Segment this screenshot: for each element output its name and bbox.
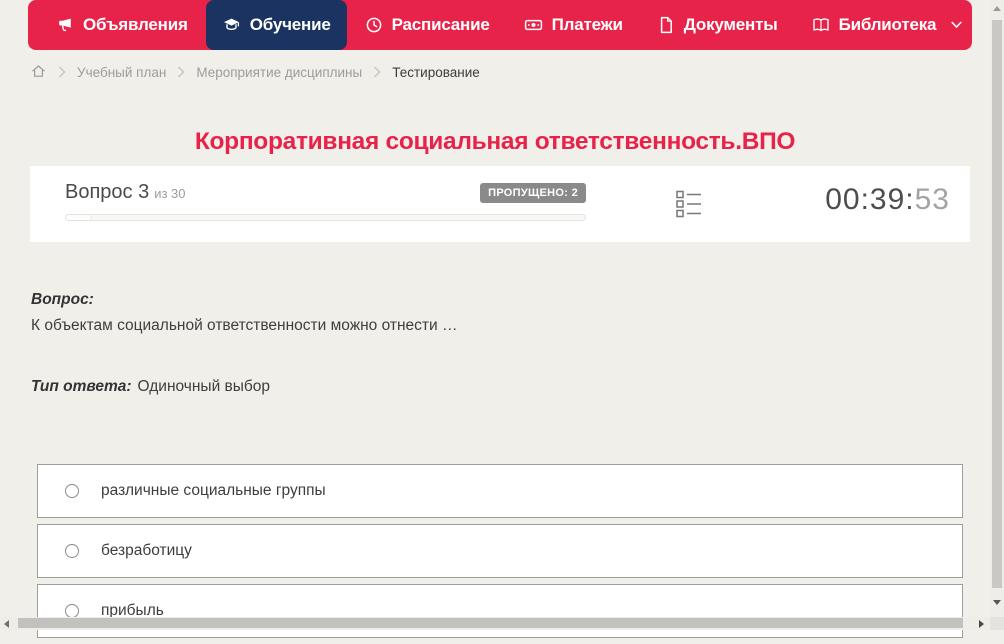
- question-list-button[interactable]: [676, 190, 702, 218]
- breadcrumb-item-study-plan[interactable]: Учебный план: [77, 65, 166, 80]
- answer-type-row: Тип ответа: Одиночный выбор: [31, 378, 270, 396]
- answer-type-label: Тип ответа:: [31, 378, 132, 395]
- skipped-badge: ПРОПУЩЕНО: 2: [480, 182, 586, 203]
- answer-option-label: безработицу: [101, 542, 192, 559]
- scroll-left-arrow-icon[interactable]: [4, 620, 9, 628]
- chevron-down-icon: [951, 21, 962, 29]
- quiz-status-panel: Вопрос 3 из 30 ПРОПУЩЕНО: 2 00:39:53: [30, 166, 970, 242]
- horizontal-scrollbar[interactable]: [0, 617, 990, 630]
- banknote-icon: [524, 16, 543, 34]
- progress-bar-fill: [66, 215, 92, 220]
- answer-option-1[interactable]: различные социальные группы: [37, 464, 963, 518]
- progress-bar: [65, 214, 586, 221]
- question-total: из 30: [154, 186, 186, 201]
- scroll-down-arrow-icon[interactable]: [993, 600, 1001, 605]
- radio-button[interactable]: [65, 484, 79, 498]
- radio-button[interactable]: [65, 604, 79, 618]
- radio-button[interactable]: [65, 544, 79, 558]
- document-icon: [657, 16, 675, 34]
- horizontal-scrollbar-thumb[interactable]: [18, 618, 963, 628]
- nav-item-announcements[interactable]: Объявления: [40, 0, 204, 50]
- nav-item-label: Библиотека: [838, 15, 937, 34]
- megaphone-icon: [56, 16, 74, 34]
- nav-item-label: Расписание: [391, 15, 490, 34]
- nav-item-label: Объявления: [83, 15, 188, 34]
- scroll-up-arrow-icon[interactable]: [993, 6, 1001, 11]
- breadcrumb-item-discipline-event[interactable]: Мероприятие дисциплины: [196, 65, 362, 80]
- chevron-right-icon: [177, 66, 185, 78]
- nav-item-schedule[interactable]: Расписание: [349, 0, 506, 50]
- book-icon: [812, 16, 830, 34]
- timer-main: 00:39:: [825, 183, 915, 216]
- countdown-timer: 00:39:53: [825, 183, 950, 217]
- chevron-right-icon: [58, 66, 66, 78]
- question-counter: Вопрос 3 из 30: [65, 181, 186, 204]
- nav-item-documents[interactable]: Документы: [641, 0, 794, 50]
- question-label: Вопрос:: [31, 291, 94, 308]
- home-icon[interactable]: [30, 63, 47, 82]
- question-progress-block: Вопрос 3 из 30 ПРОПУЩЕНО: 2: [65, 179, 586, 221]
- question-list-icon: [676, 190, 701, 218]
- scroll-right-arrow-icon[interactable]: [979, 620, 984, 628]
- nav-item-label: Документы: [683, 15, 778, 34]
- nav-item-learning[interactable]: Обучение: [205, 0, 347, 50]
- vertical-scrollbar-thumb[interactable]: [992, 20, 1002, 588]
- clock-icon: [365, 16, 383, 34]
- timer-seconds: 53: [914, 183, 950, 216]
- question-text: К объектам социальной ответственности мо…: [31, 317, 458, 334]
- question-number: Вопрос 3: [65, 181, 150, 203]
- vertical-scrollbar[interactable]: [990, 0, 1004, 617]
- page-title: Корпоративная социальная ответственность…: [194, 128, 796, 156]
- chevron-right-icon: [373, 66, 381, 78]
- answer-option-label: различные социальные группы: [101, 482, 326, 499]
- answer-type-value: Одиночный выбор: [137, 378, 271, 395]
- breadcrumb-current-testing: Тестирование: [392, 64, 480, 80]
- breadcrumb: Учебный план Мероприятие дисциплины Тест…: [30, 62, 480, 82]
- answer-option-2[interactable]: безработицу: [37, 524, 963, 578]
- graduation-cap-icon: [222, 16, 241, 34]
- nav-item-label: Платежи: [551, 15, 623, 34]
- main-nav: Объявления Обучение Расписание Платежи Д…: [28, 0, 972, 50]
- nav-item-label: Обучение: [249, 15, 331, 34]
- nav-item-library[interactable]: Библиотека: [796, 0, 979, 50]
- scrollbar-corner: [990, 617, 1004, 630]
- nav-item-payments[interactable]: Платежи: [508, 0, 639, 50]
